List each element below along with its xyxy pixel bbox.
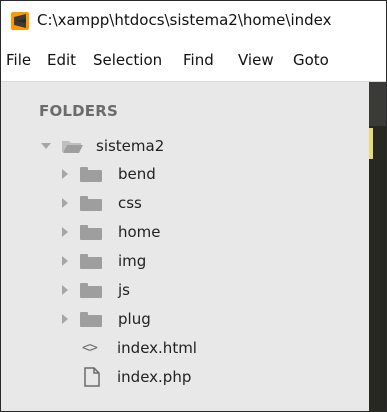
- folder-label: home: [118, 223, 161, 241]
- chevron-right-icon[interactable]: [62, 285, 68, 295]
- folder-icon: [80, 283, 102, 298]
- file-item-index-php[interactable]: index.php: [1, 366, 369, 388]
- menu-view[interactable]: View: [238, 51, 274, 69]
- folder-item-js[interactable]: js: [1, 279, 369, 301]
- folder-label: bend: [118, 165, 156, 183]
- menu-find[interactable]: Find: [183, 51, 214, 69]
- folder-item-bend[interactable]: bend: [1, 163, 369, 185]
- current-line-marker: [369, 128, 373, 159]
- chevron-right-icon[interactable]: [62, 198, 68, 208]
- folder-label: css: [118, 194, 142, 212]
- folder-icon: [80, 254, 102, 269]
- folder-label: img: [118, 252, 147, 270]
- menu-file[interactable]: File: [6, 51, 31, 69]
- folder-icon: [80, 167, 102, 182]
- folder-label: sistema2: [96, 137, 165, 155]
- editor-tab-area: [369, 82, 386, 126]
- window-title: C:\xampp\htdocs\sistema2\home\index: [37, 11, 332, 29]
- folders-header: FOLDERS: [39, 102, 119, 120]
- folder-label: js: [118, 281, 130, 299]
- folder-item-css[interactable]: css: [1, 192, 369, 214]
- open-folder-icon: [62, 141, 83, 153]
- menu-edit[interactable]: Edit: [47, 51, 76, 69]
- file-icon: [84, 367, 100, 387]
- sublime-text-app-icon: [11, 12, 29, 30]
- chevron-right-icon[interactable]: [62, 169, 68, 179]
- menu-bar: File Edit Selection Find View Goto: [1, 41, 386, 82]
- code-file-icon: <>: [82, 340, 98, 356]
- file-label: index.html: [117, 339, 197, 357]
- folder-sidebar: FOLDERS sistema2 bend css home img js pl…: [1, 82, 369, 411]
- folder-item-sistema2[interactable]: sistema2: [1, 135, 369, 157]
- chevron-right-icon[interactable]: [62, 314, 68, 324]
- folder-item-home[interactable]: home: [1, 221, 369, 243]
- chevron-right-icon[interactable]: [62, 227, 68, 237]
- folder-item-img[interactable]: img: [1, 250, 369, 272]
- file-item-index-html[interactable]: <> index.html: [1, 337, 369, 359]
- folder-icon: [80, 196, 102, 211]
- folder-icon: [80, 225, 102, 240]
- title-bar[interactable]: C:\xampp\htdocs\sistema2\home\index: [1, 1, 386, 41]
- chevron-right-icon[interactable]: [62, 256, 68, 266]
- menu-selection[interactable]: Selection: [93, 51, 162, 69]
- folder-label: plug: [118, 310, 151, 328]
- folder-item-plug[interactable]: plug: [1, 308, 369, 330]
- file-label: index.php: [117, 368, 192, 386]
- folder-icon: [80, 312, 102, 327]
- chevron-down-icon[interactable]: [41, 143, 51, 149]
- menu-goto[interactable]: Goto: [293, 51, 329, 69]
- editor-window: C:\xampp\htdocs\sistema2\home\index File…: [0, 0, 387, 412]
